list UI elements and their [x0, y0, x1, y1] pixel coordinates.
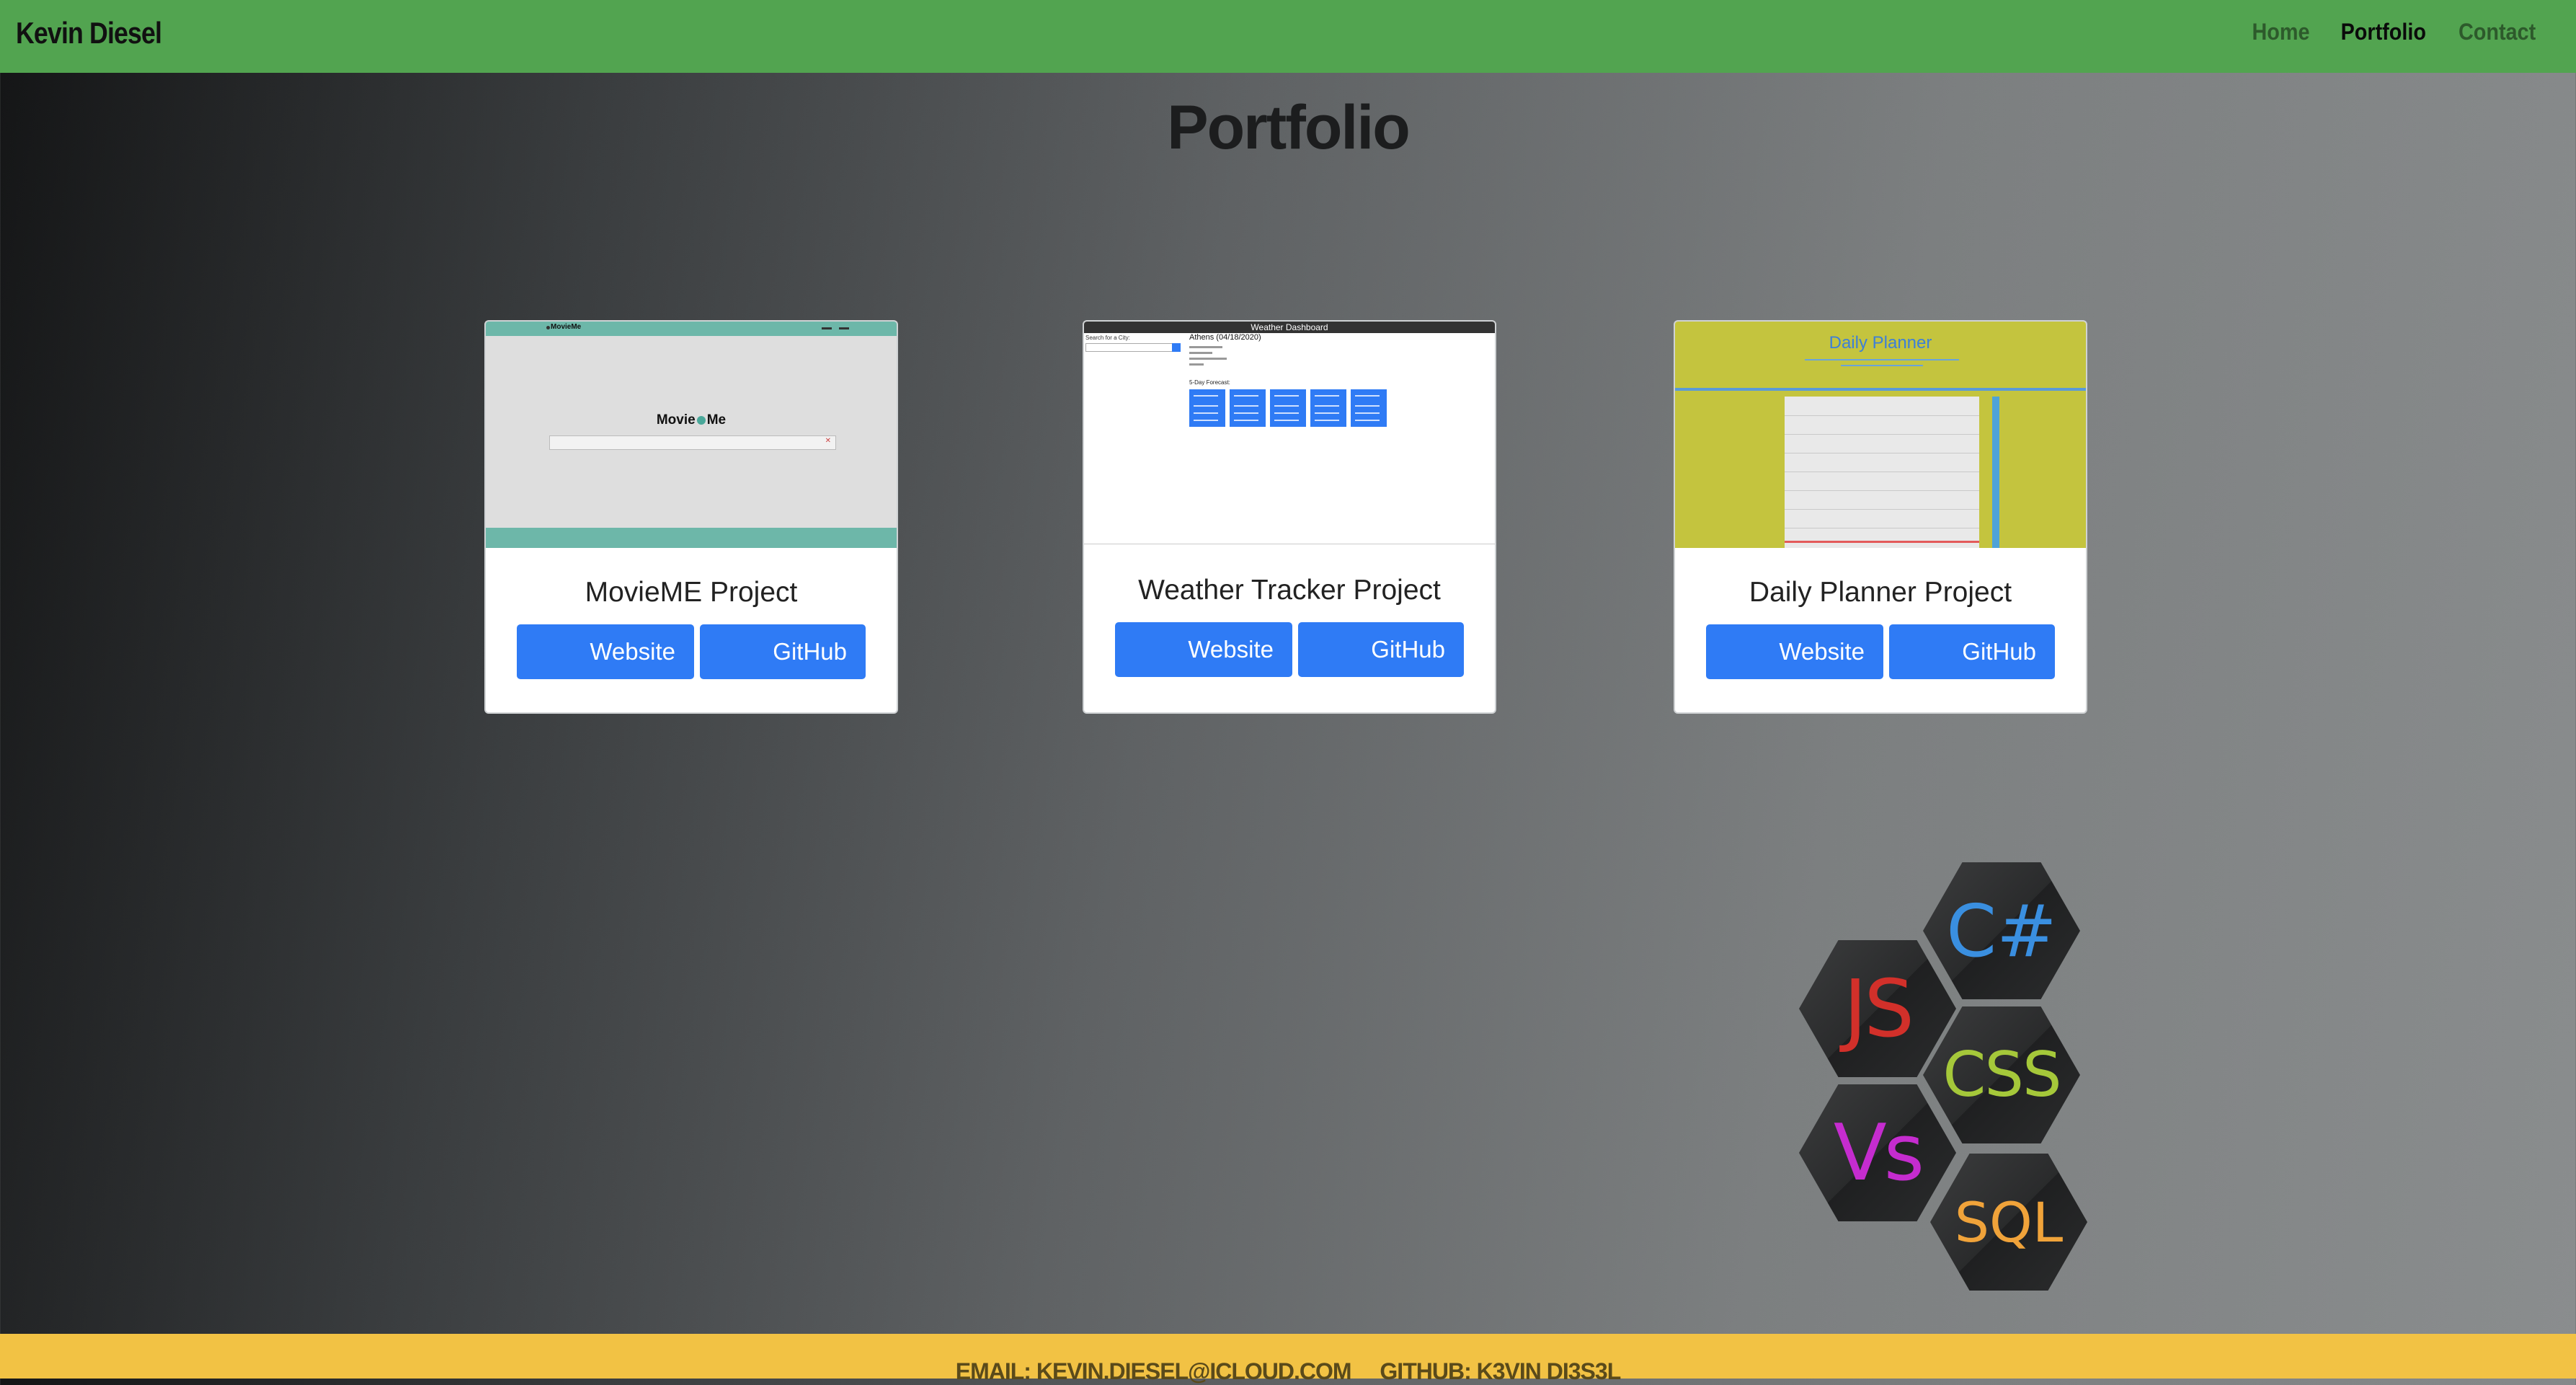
- website-button[interactable]: Website: [517, 624, 694, 679]
- github-button[interactable]: GitHub: [700, 624, 866, 679]
- forecast-card: [1189, 389, 1225, 427]
- forecast-card: [1230, 389, 1266, 427]
- brand-link[interactable]: Kevin Diesel: [16, 16, 162, 50]
- thumb-text-line: [1189, 346, 1222, 348]
- thumb-header: Daily Planner: [1829, 333, 1932, 353]
- github-button[interactable]: GitHub: [1889, 624, 2055, 679]
- project-title: Daily Planner Project: [1749, 577, 2012, 608]
- sql-hex-icon: SQL: [1930, 1154, 2087, 1291]
- nav-link-home[interactable]: Home: [2252, 19, 2310, 45]
- close-icon: ✕: [825, 437, 831, 445]
- github-button[interactable]: GitHub: [1298, 622, 1464, 677]
- csharp-hex-icon: C#: [1923, 862, 2080, 999]
- website-button[interactable]: Website: [1115, 622, 1292, 677]
- thumb-time-grid: [1785, 397, 1979, 548]
- forecast-card: [1270, 389, 1306, 427]
- thumb-search-input: [1085, 343, 1179, 352]
- nav-links: Home Portfolio Contact: [2249, 19, 2540, 45]
- thumb-nav-line: [822, 327, 832, 329]
- skills-hex-cluster: C# JS CSS Vs SQL: [1793, 859, 2096, 1292]
- thumb-app-name: MovieMe: [551, 323, 582, 331]
- footer-email[interactable]: EMAIL: KEVIN.DIESEL@ICLOUD.COM: [956, 1358, 1352, 1384]
- thumb-logo-left: Movie: [656, 412, 696, 428]
- website-button[interactable]: Website: [1706, 624, 1883, 679]
- project-title: MovieME Project: [585, 577, 798, 608]
- skill-label: JS: [1843, 963, 1914, 1055]
- thumb-text-line: [1189, 363, 1204, 366]
- project-card-weather: Weather Dashboard Search for a City: Ath…: [1083, 320, 1496, 714]
- footer: EMAIL: KEVIN.DIESEL@ICLOUD.COM GITHUB: K…: [0, 1334, 2576, 1384]
- skill-label: CSS: [1942, 1039, 2061, 1111]
- thumb-subtitle-line: [1805, 359, 1959, 360]
- visual-studio-hex-icon: Vs: [1799, 1084, 1956, 1221]
- project-card-planner: Daily Planner Daily Planner Project Webs…: [1674, 320, 2087, 714]
- film-reel-icon: [696, 415, 706, 425]
- thumb-save-column: [1992, 397, 1999, 548]
- project-thumbnail[interactable]: Weather Dashboard Search for a City: Ath…: [1084, 322, 1495, 544]
- thumb-header: Weather Dashboard: [1084, 322, 1495, 333]
- forecast-card: [1351, 389, 1387, 427]
- thumb-divider: [1675, 388, 2086, 391]
- footer-github[interactable]: GITHUB: K3VIN DI3S3L: [1380, 1358, 1621, 1384]
- button-row: Website GitHub: [1084, 622, 1495, 677]
- button-row: Website GitHub: [486, 624, 897, 679]
- thumb-footer: [486, 528, 897, 548]
- thumb-current-hour: [1785, 541, 1979, 543]
- css-hex-icon: CSS: [1923, 1006, 2080, 1143]
- page-title: Portfolio: [1167, 93, 1411, 162]
- thumb-nav-line: [839, 327, 849, 329]
- project-thumbnail[interactable]: Daily Planner: [1675, 322, 2086, 548]
- navbar: Kevin Diesel Home Portfolio Contact: [0, 0, 2576, 73]
- thumb-text-line: [1189, 352, 1212, 354]
- footer-contact: EMAIL: KEVIN.DIESEL@ICLOUD.COM GITHUB: K…: [0, 1358, 2576, 1385]
- skill-label: Vs: [1833, 1107, 1924, 1198]
- thumb-forecast-label: 5-Day Forecast:: [1189, 379, 1230, 386]
- search-icon: [1172, 343, 1181, 352]
- project-thumbnail[interactable]: MovieMe Movie Me ✕: [486, 322, 897, 548]
- thumb-text-line: [1189, 358, 1227, 360]
- thumb-logo-right: Me: [706, 412, 727, 428]
- javascript-hex-icon: JS: [1799, 940, 1956, 1077]
- thumb-search-label: Search for a City:: [1085, 335, 1130, 341]
- thumb-search-bar: ✕: [549, 435, 836, 450]
- skill-label: SQL: [1954, 1190, 2064, 1255]
- thumb-logo-dot: [546, 326, 550, 329]
- button-row: Website GitHub: [1675, 624, 2086, 679]
- thumb-topbar: MovieMe: [486, 322, 897, 336]
- nav-link-contact[interactable]: Contact: [2459, 19, 2536, 45]
- thumb-logo: Movie Me: [486, 412, 897, 428]
- thumb-subtitle-line: [1841, 365, 1923, 366]
- thumb-city: Athens (04/18/2020): [1189, 333, 1261, 342]
- project-title: Weather Tracker Project: [1138, 575, 1441, 606]
- project-card-movieme: MovieMe Movie Me ✕ MovieME Project Websit…: [484, 320, 898, 714]
- nav-link-portfolio[interactable]: Portfolio: [2341, 19, 2426, 45]
- forecast-card: [1310, 389, 1346, 427]
- skill-label: C#: [1946, 888, 2057, 973]
